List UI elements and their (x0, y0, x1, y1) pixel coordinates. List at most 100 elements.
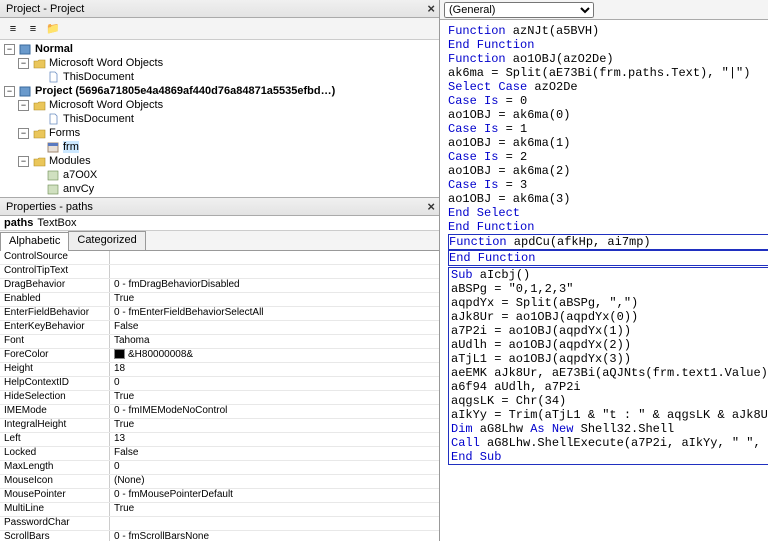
property-value[interactable]: True (110, 503, 439, 516)
property-row[interactable]: IMEMode0 - fmIMEModeNoControl (0, 405, 439, 419)
tree-toggle[interactable]: − (18, 156, 29, 167)
tree-toggle[interactable]: − (18, 128, 29, 139)
property-value[interactable]: 13 (110, 433, 439, 446)
code-object-dropdown[interactable]: (General) (444, 2, 594, 18)
property-row[interactable]: LockedFalse (0, 447, 439, 461)
property-value[interactable]: 0 (110, 461, 439, 474)
object-selector[interactable]: paths TextBox (0, 216, 439, 231)
property-value[interactable]: 0 - fmMousePointerDefault (110, 489, 439, 502)
folder-icon[interactable]: 📁 (44, 20, 62, 38)
property-name: DragBehavior (0, 279, 110, 292)
tree-node-thisdocument-2[interactable]: ThisDocument (2, 112, 437, 126)
close-icon[interactable]: × (427, 1, 435, 16)
properties-pane-title: Properties - paths (6, 201, 93, 213)
property-row[interactable]: ControlSource (0, 251, 439, 265)
property-value[interactable]: True (110, 293, 439, 306)
code-line: ak6ma = Split(aE73Bi(frm.paths.Text), "|… (448, 66, 768, 80)
property-row[interactable]: MousePointer0 - fmMousePointerDefault (0, 489, 439, 503)
tree-node-module[interactable]: anvCy (2, 182, 437, 196)
property-row[interactable]: ScrollBars0 - fmScrollBarsNone (0, 531, 439, 541)
view-code-icon[interactable]: ≡ (4, 20, 22, 38)
property-value[interactable]: (None) (110, 475, 439, 488)
project-toolbar: ≡ ≡ 📁 (0, 18, 439, 40)
tree-node-module[interactable]: a7O0X (2, 168, 437, 182)
module-icon (46, 183, 60, 195)
property-name: EnterFieldBehavior (0, 307, 110, 320)
property-value[interactable]: &H80000008& (110, 349, 439, 362)
property-value[interactable]: True (110, 391, 439, 404)
tree-label: Project (5696a71805e4a4869af440d76a84871… (35, 85, 335, 97)
tree-toggle[interactable]: − (18, 100, 29, 111)
code-line: Case Is = 3 (448, 178, 768, 192)
property-row[interactable]: FontTahoma (0, 335, 439, 349)
property-value[interactable]: 0 - fmScrollBarsNone (110, 531, 439, 541)
tab-categorized[interactable]: Categorized (68, 231, 145, 250)
property-value[interactable]: False (110, 447, 439, 460)
property-row[interactable]: MaxLength0 (0, 461, 439, 475)
tree-toggle[interactable]: − (18, 58, 29, 69)
project-pane-title: Project - Project (6, 3, 84, 15)
property-name: MouseIcon (0, 475, 110, 488)
object-name: paths (4, 217, 33, 229)
folder-icon (32, 127, 46, 139)
code-line: ao1OBJ = ak6ma(3) (448, 192, 768, 206)
view-object-icon[interactable]: ≡ (24, 20, 42, 38)
property-row[interactable]: MultiLineTrue (0, 503, 439, 517)
property-row[interactable]: HelpContextID0 (0, 377, 439, 391)
module-icon (46, 169, 60, 181)
code-line: End Function (448, 220, 768, 234)
property-value[interactable]: 0 - fmDragBehaviorDisabled (110, 279, 439, 292)
tree-label: ThisDocument (63, 113, 134, 125)
document-icon (46, 71, 60, 83)
property-value[interactable] (110, 265, 439, 278)
tree-node-frm[interactable]: frm (2, 140, 437, 154)
property-value[interactable]: 0 - fmEnterFieldBehaviorSelectAll (110, 307, 439, 320)
property-row[interactable]: Height18 (0, 363, 439, 377)
property-row[interactable]: EnabledTrue (0, 293, 439, 307)
property-value[interactable]: 18 (110, 363, 439, 376)
property-name: ControlSource (0, 251, 110, 264)
tree-label: ThisDocument (63, 71, 134, 83)
left-pane: Project - Project × ≡ ≡ 📁 − Normal − Mic… (0, 0, 440, 541)
property-row[interactable]: HideSelectionTrue (0, 391, 439, 405)
tree-node-modules[interactable]: − Modules (2, 154, 437, 168)
tree-label: Forms (49, 127, 80, 139)
code-editor[interactable]: Function azNJt(a5BVH)End FunctionFunctio… (440, 20, 768, 541)
tab-alphabetic[interactable]: Alphabetic (0, 232, 69, 251)
tree-node-project[interactable]: − Project (5696a71805e4a4869af440d76a848… (2, 84, 437, 98)
property-name: Height (0, 363, 110, 376)
property-row[interactable]: PasswordChar (0, 517, 439, 531)
code-line: End Sub (451, 450, 768, 464)
property-value[interactable] (110, 251, 439, 264)
property-row[interactable]: ForeColor&H80000008& (0, 349, 439, 363)
property-row[interactable]: EnterFieldBehavior0 - fmEnterFieldBehavi… (0, 307, 439, 321)
code-line: Dim aG8Lhw As New Shell32.Shell (451, 422, 768, 436)
property-value[interactable]: 0 (110, 377, 439, 390)
property-value[interactable]: False (110, 321, 439, 334)
code-line: Function apdCu(afkHp, ai7mp) (448, 234, 768, 250)
property-row[interactable]: IntegralHeightTrue (0, 419, 439, 433)
code-line: a6f94 aUdlh, a7P2i (451, 380, 768, 394)
property-row[interactable]: MouseIcon(None) (0, 475, 439, 489)
close-icon[interactable]: × (427, 199, 435, 214)
tree-toggle[interactable]: − (4, 44, 15, 55)
property-name: EnterKeyBehavior (0, 321, 110, 334)
property-value[interactable]: True (110, 419, 439, 432)
property-row[interactable]: DragBehavior0 - fmDragBehaviorDisabled (0, 279, 439, 293)
property-grid[interactable]: ControlSourceControlTipTextDragBehavior0… (0, 251, 439, 541)
property-name: MaxLength (0, 461, 110, 474)
tree-toggle[interactable]: − (4, 86, 15, 97)
tree-node-thisdocument[interactable]: ThisDocument (2, 70, 437, 84)
property-row[interactable]: ControlTipText (0, 265, 439, 279)
tree-node-word-objects[interactable]: − Microsoft Word Objects (2, 56, 437, 70)
tree-node-forms[interactable]: − Forms (2, 126, 437, 140)
tree-node-normal[interactable]: − Normal (2, 42, 437, 56)
property-value[interactable] (110, 517, 439, 530)
property-value[interactable]: 0 - fmIMEModeNoControl (110, 405, 439, 418)
property-row[interactable]: Left13 (0, 433, 439, 447)
property-value[interactable]: Tahoma (110, 335, 439, 348)
tree-label: Microsoft Word Objects (49, 57, 163, 69)
property-row[interactable]: EnterKeyBehaviorFalse (0, 321, 439, 335)
highlighted-code-block: Sub aIcbj()aBSPg = "0,1,2,3"aqpdYx = Spl… (448, 267, 768, 465)
tree-node-word-objects-2[interactable]: − Microsoft Word Objects (2, 98, 437, 112)
